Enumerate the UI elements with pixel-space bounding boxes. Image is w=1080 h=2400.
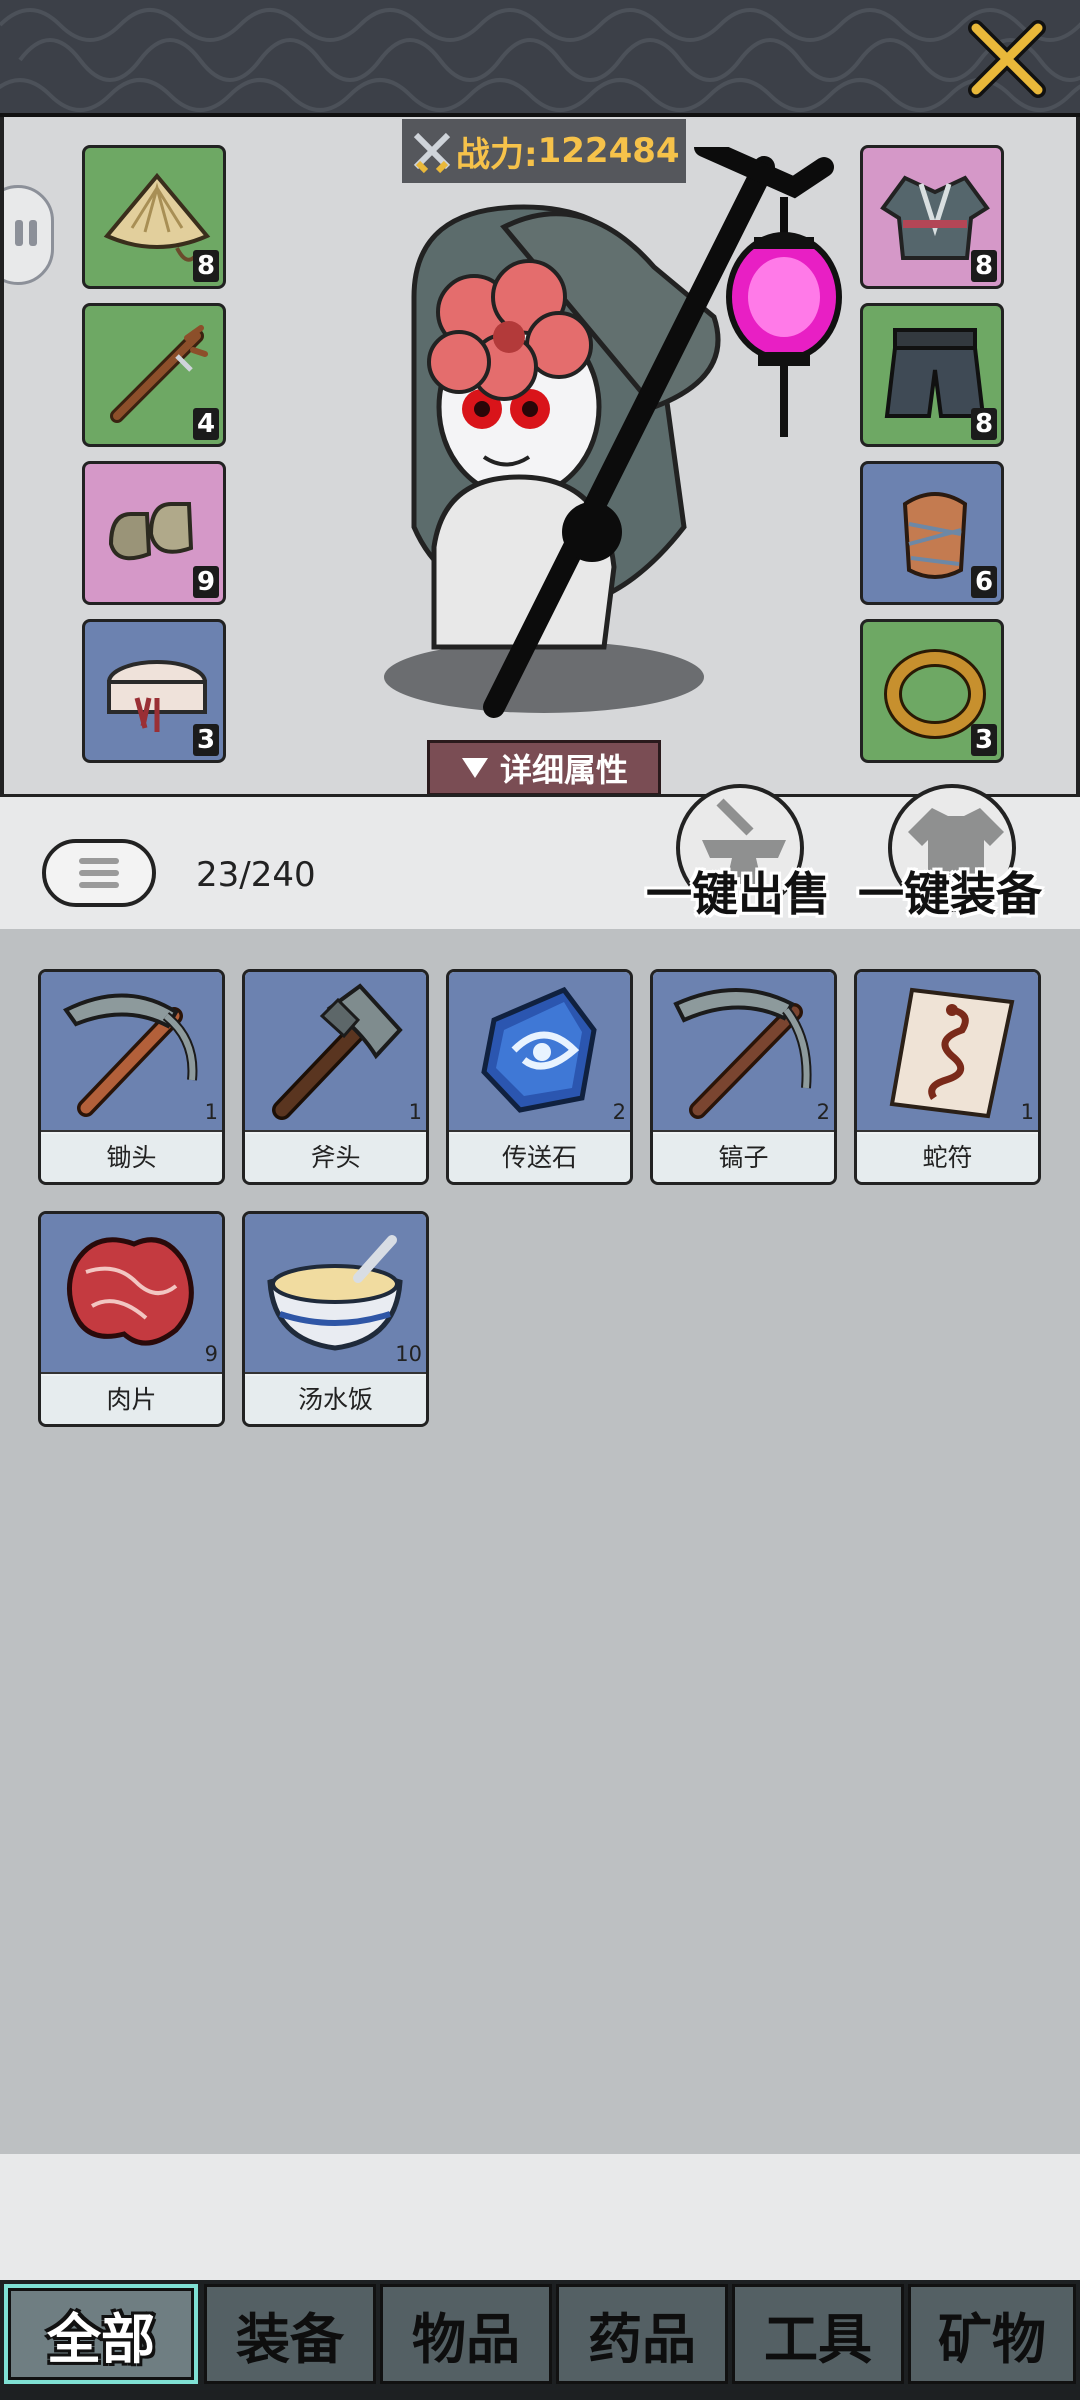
inventory-capacity: 23/240	[196, 855, 316, 895]
item-name: 镐子	[653, 1134, 834, 1182]
game-screen: 战力: 122484 8 4 9 3 8 8 6 3 详细属性 23/240 一…	[0, 0, 1080, 2400]
tab-medicine[interactable]: 药品	[556, 2284, 728, 2384]
cloud-pattern-decoration	[0, 8, 1080, 112]
soup-rice-icon	[267, 1235, 403, 1351]
tab-equipment[interactable]: 装备	[204, 2284, 376, 2384]
equip-slot-pants[interactable]: 8	[860, 303, 1004, 447]
item-quantity: 2	[612, 1100, 626, 1124]
crossed-swords-close-icon	[968, 20, 1046, 98]
item-quantity: 1	[204, 1100, 218, 1124]
item-image	[41, 972, 222, 1132]
item-name: 锄头	[41, 1134, 222, 1182]
equipment-panel: 战力: 122484 8 4 9 3 8 8 6 3 详细属性	[0, 117, 1080, 797]
inventory-item[interactable]: 2 传送石	[446, 969, 633, 1185]
category-tabs: 全部 装备 物品 药品 工具 矿物	[0, 2280, 1080, 2400]
sell-all-label: 一键出售	[646, 867, 830, 921]
item-image	[653, 972, 834, 1132]
tab-all[interactable]: 全部	[4, 2284, 198, 2384]
equip-slot-ring[interactable]: 3	[860, 619, 1004, 763]
tab-items[interactable]: 物品	[380, 2284, 552, 2384]
equip-all-label: 一键装备	[858, 867, 1042, 921]
item-image	[245, 972, 426, 1132]
item-quantity: 1	[408, 1100, 422, 1124]
sort-menu-button[interactable]	[42, 839, 156, 907]
equip-slot-weapon[interactable]: 4	[82, 303, 226, 447]
inventory-toolbar: 23/240 一键出售 一键装备	[0, 784, 1080, 929]
detail-attributes-label: 详细属性	[499, 751, 628, 789]
slot-level: 3	[971, 724, 997, 756]
inventory-item[interactable]: 10 汤水饭	[242, 1211, 429, 1427]
meat-icon	[67, 1237, 194, 1346]
inventory-item[interactable]: 1 锄头	[38, 969, 225, 1185]
menu-line	[79, 882, 119, 888]
inventory-item[interactable]: 1 蛇符	[854, 969, 1041, 1185]
menu-line	[79, 858, 119, 864]
slot-level: 8	[971, 250, 997, 282]
close-button[interactable]	[962, 14, 1052, 104]
slot-level: 3	[193, 724, 219, 756]
character-avatar	[354, 137, 854, 747]
item-name: 传送石	[449, 1134, 630, 1182]
slot-level: 9	[193, 566, 219, 598]
equip-slot-robe[interactable]: 8	[860, 145, 1004, 289]
slot-level: 8	[193, 250, 219, 282]
item-quantity: 2	[816, 1100, 830, 1124]
slot-level: 4	[193, 408, 219, 440]
item-image	[449, 972, 630, 1132]
snake-talisman-icon	[889, 987, 1015, 1119]
item-name: 斧头	[245, 1134, 426, 1182]
side-toggle-button[interactable]	[4, 185, 54, 285]
item-image	[857, 972, 1038, 1132]
equip-slot-belt[interactable]: 3	[82, 619, 226, 763]
slot-level: 6	[971, 566, 997, 598]
footer-spacer	[0, 2154, 1080, 2280]
item-quantity: 10	[395, 1342, 422, 1366]
item-image	[41, 1214, 222, 1374]
slot-level: 8	[971, 408, 997, 440]
inventory-item[interactable]: 1 斧头	[242, 969, 429, 1185]
inventory-item[interactable]: 9 肉片	[38, 1211, 225, 1427]
inventory-grid: 1 锄头 1 斧头 2 传送石 2 镐子 1 蛇符 9 肉片 10 汤水饭	[0, 929, 1080, 2154]
character-illustration	[384, 137, 842, 718]
sell-all-button[interactable]: 一键出售	[638, 784, 838, 926]
triangle-down-icon	[461, 758, 488, 778]
item-quantity: 1	[1020, 1100, 1034, 1124]
pause-icon	[15, 220, 37, 246]
item-name: 蛇符	[857, 1134, 1038, 1182]
equip-slot-boots[interactable]: 9	[82, 461, 226, 605]
item-name: 汤水饭	[245, 1376, 426, 1424]
top-bar	[0, 0, 1080, 117]
item-name: 肉片	[41, 1376, 222, 1424]
pickaxe-icon	[673, 988, 812, 1119]
hoe-icon	[63, 993, 198, 1117]
teleport-stone-icon	[481, 986, 597, 1113]
axe-icon	[272, 983, 403, 1120]
tab-tools[interactable]: 工具	[732, 2284, 904, 2384]
tab-minerals[interactable]: 矿物	[908, 2284, 1076, 2384]
equip-slot-hat[interactable]: 8	[82, 145, 226, 289]
detail-attributes-button[interactable]: 详细属性	[427, 740, 661, 794]
equip-all-button[interactable]: 一键装备	[850, 784, 1050, 926]
inventory-item[interactable]: 2 镐子	[650, 969, 837, 1185]
equip-slot-bracer[interactable]: 6	[860, 461, 1004, 605]
menu-line	[79, 870, 119, 876]
item-quantity: 9	[204, 1342, 218, 1366]
